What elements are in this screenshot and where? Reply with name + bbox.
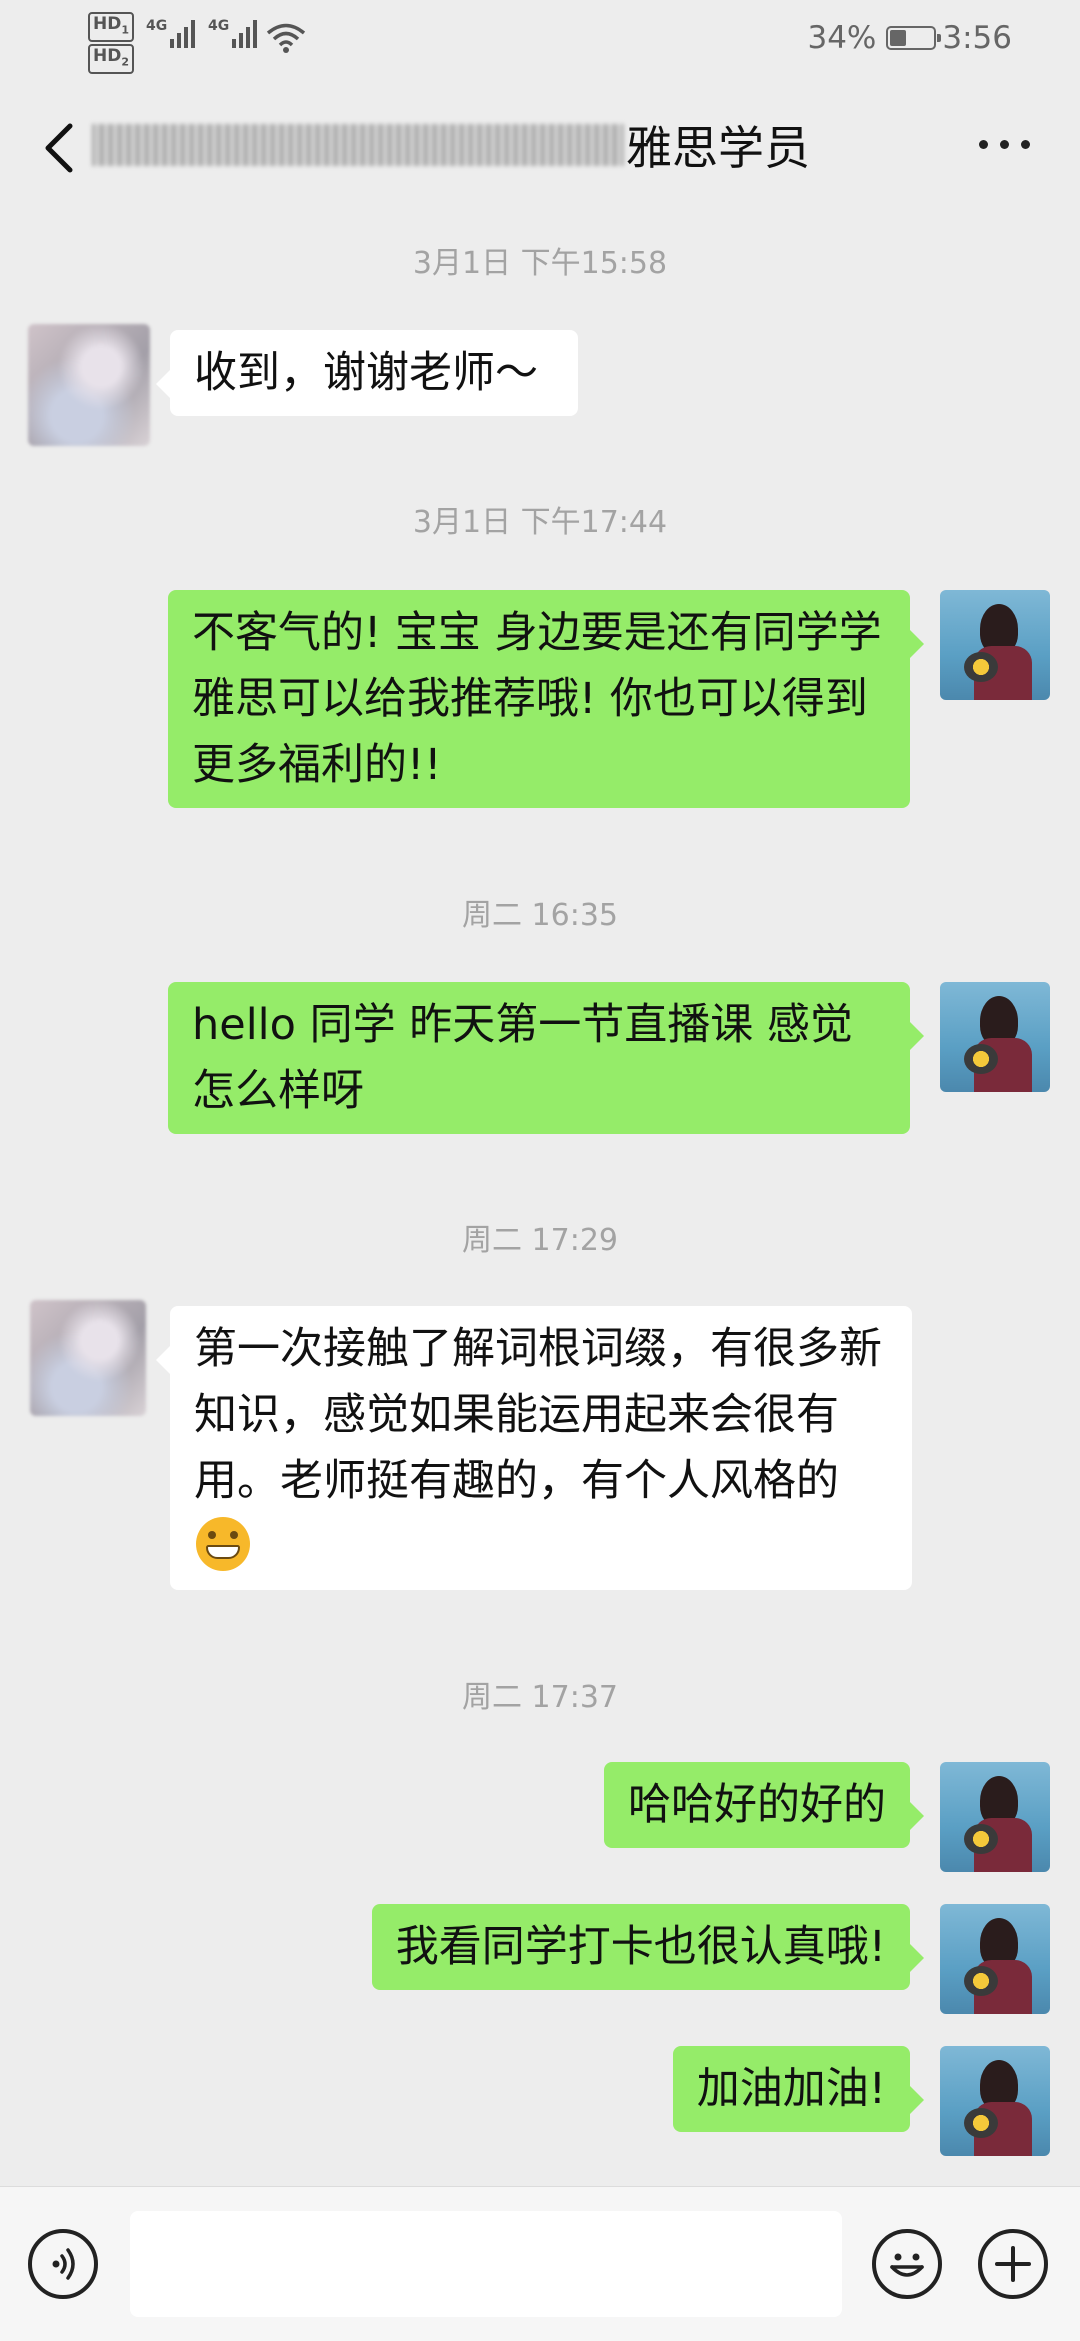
friend-avatar[interactable] <box>28 324 150 446</box>
message-bubble-outgoing[interactable]: 加油加油! <box>672 2046 925 2132</box>
clock: 3:56 <box>942 20 1012 56</box>
redacted-name <box>92 124 624 166</box>
emoji-icon[interactable] <box>872 2229 942 2299</box>
timestamp: 周二 17:37 <box>462 1680 618 1715</box>
battery-icon <box>886 26 942 50</box>
timestamp: 周二 16:35 <box>462 898 618 933</box>
message-bubble-incoming[interactable]: 收到，谢谢老师～ <box>156 330 578 416</box>
timestamp: 周二 17:29 <box>462 1223 618 1258</box>
message-input[interactable] <box>130 2211 842 2317</box>
hd-badge-1: HD1 <box>88 12 134 43</box>
message-bubble-outgoing[interactable]: 哈哈好的好的 <box>604 1762 924 1848</box>
signal-2-icon: 4G <box>208 18 258 48</box>
status-right: 34% 3:56 <box>807 20 1012 56</box>
more-dots-icon[interactable] <box>979 140 1030 149</box>
message-bubble-incoming[interactable]: 第一次接触了解词根词缀，有很多新知识，感觉如果能运用起来会很有用。老师挺有趣的，… <box>156 1306 912 1590</box>
voice-icon[interactable] <box>28 2229 98 2299</box>
grinning-face-emoji-icon <box>196 1517 250 1571</box>
battery-percent: 34% <box>807 20 877 56</box>
message-bubble-outgoing[interactable]: hello 同学 昨天第一节直播课 感觉怎么样呀 <box>168 982 924 1134</box>
my-avatar[interactable] <box>940 2046 1050 2156</box>
message-text: 第一次接触了解词根词缀，有很多新知识，感觉如果能运用起来会很有用。老师挺有趣的，… <box>194 1324 882 1506</box>
timestamp: 3月1日 下午15:58 <box>412 246 668 281</box>
message-bubble-outgoing[interactable]: 我看同学打卡也很认真哦! <box>371 1904 925 1990</box>
my-avatar[interactable] <box>940 590 1050 700</box>
timestamp: 3月1日 下午17:44 <box>412 505 668 540</box>
back-chevron-icon[interactable] <box>34 118 94 178</box>
my-avatar[interactable] <box>940 1762 1050 1872</box>
wifi-icon <box>266 23 306 53</box>
friend-avatar[interactable] <box>30 1300 146 1416</box>
signal-1-icon: 4G <box>146 18 196 48</box>
input-bar <box>0 2186 1080 2341</box>
status-bar: HD1 HD2 4G 4G 34% 3:56 <box>0 0 1080 80</box>
plus-icon[interactable] <box>978 2229 1048 2299</box>
chat-messages[interactable]: 3月1日 下午15:58 收到，谢谢老师～ 3月1日 下午17:44 不客气的!… <box>0 210 1080 2186</box>
my-avatar[interactable] <box>940 1904 1050 2014</box>
my-avatar[interactable] <box>940 982 1050 1092</box>
message-bubble-outgoing[interactable]: 不客气的! 宝宝 身边要是还有同学学雅思可以给我推荐哦! 你也可以得到更多福利的… <box>168 590 924 808</box>
hd-badge-2: HD2 <box>88 44 134 75</box>
chat-title: 雅思学员 <box>626 121 810 175</box>
